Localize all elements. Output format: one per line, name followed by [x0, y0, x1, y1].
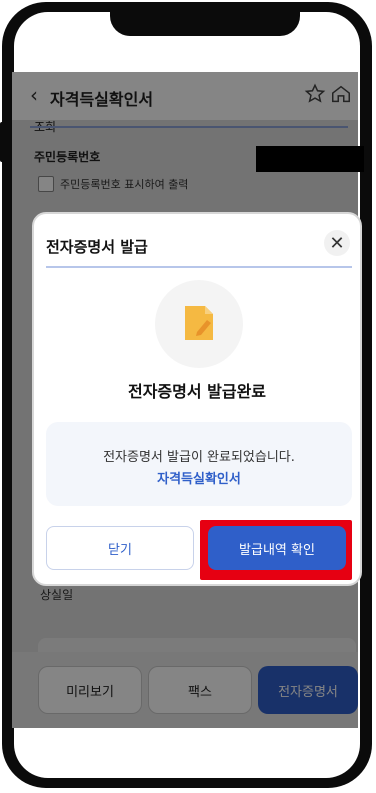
close-button[interactable]: 닫기	[46, 526, 194, 570]
close-icon[interactable]: ✕	[324, 230, 350, 256]
side-button	[0, 122, 4, 162]
modal-title: 전자증명서 발급	[46, 238, 148, 256]
issue-modal: 전자증명서 발급 ✕ 전자증명서 발급완료 전자증명서 발급이 완료되었습니다.…	[32, 212, 362, 586]
issue-complete-title: 전자증명서 발급완료	[127, 382, 267, 401]
phone-notch	[110, 10, 300, 36]
document-name: 자격득실확인서	[157, 472, 241, 487]
issue-message: 전자증명서 발급이 완료되었습니다.	[103, 450, 295, 465]
document-edit-icon	[185, 306, 213, 340]
confirm-history-button[interactable]: 발급내역 확인	[208, 526, 346, 570]
document-icon-circle	[155, 280, 243, 368]
modal-divider	[46, 266, 352, 268]
info-box: 전자증명서 발급이 완료되었습니다. 자격득실확인서	[46, 422, 352, 506]
